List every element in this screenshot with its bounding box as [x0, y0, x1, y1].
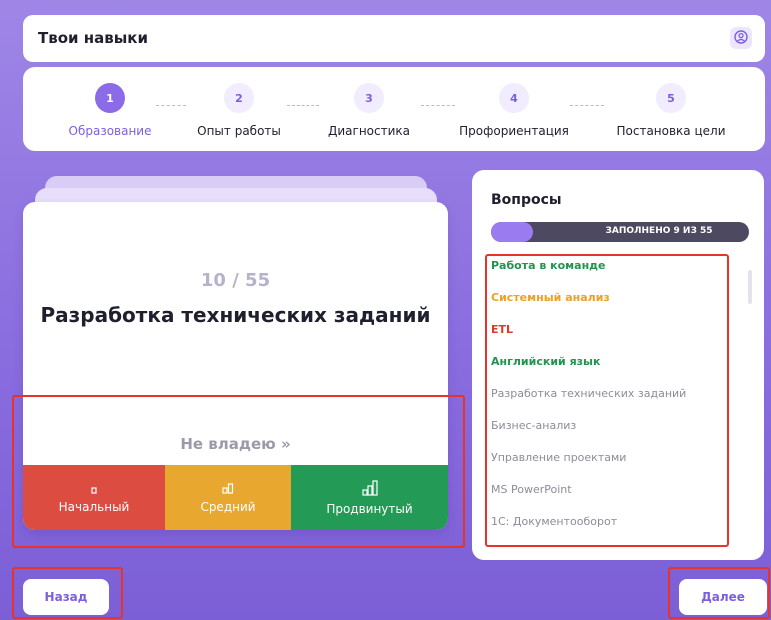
progress-fill [491, 222, 534, 242]
step-connector [156, 105, 186, 106]
level-buttons: Начальный Средний Продвинутый [23, 465, 448, 530]
question-item[interactable]: Работа в команде [491, 259, 721, 291]
level-advanced-button[interactable]: Продвинутый [291, 465, 448, 530]
question-counter: 10 / 55 [200, 270, 271, 291]
step-number: 3 [354, 83, 384, 113]
back-button[interactable]: Назад [23, 579, 109, 615]
step-label: Постановка цели [616, 124, 726, 138]
step-number: 4 [499, 83, 529, 113]
question-item[interactable]: Бизнес-анализ [491, 419, 721, 451]
step-connector [570, 105, 604, 106]
level-label: Начальный [58, 499, 130, 514]
step-connector [287, 105, 319, 106]
progress-text: ЗАПОЛНЕНО 9 ИЗ 55 [605, 226, 713, 236]
questions-panel: Вопросы ЗАПОЛНЕНО 9 ИЗ 55 Работа в коман… [472, 170, 764, 560]
step-number: 5 [656, 83, 686, 113]
skill-card: 10 / 55 Разработка технических заданий Н… [23, 202, 448, 530]
step-connector [421, 105, 455, 106]
header-bar: Твои навыки [23, 15, 765, 62]
step-number: 1 [95, 83, 125, 113]
stepper: 1 Образование 2 Опыт работы 3 Диагностик… [23, 67, 765, 151]
profile-button[interactable] [730, 27, 752, 49]
step-label: Опыт работы [197, 124, 281, 138]
level-beginner-button[interactable]: Начальный [23, 465, 165, 530]
level-middle-button[interactable]: Средний [165, 465, 291, 530]
no-skill-button[interactable]: Не владею » [23, 435, 448, 453]
skill-title: Разработка технических заданий [40, 303, 431, 327]
progress-bar: ЗАПОЛНЕНО 9 ИЗ 55 [491, 222, 749, 242]
question-item[interactable]: 1С: Документооборот [491, 515, 721, 547]
question-item[interactable]: Управление проектами [491, 451, 721, 483]
step-label: Профориентация [459, 124, 569, 138]
level-3-bars-icon [361, 479, 378, 499]
level-2-bars-icon [222, 482, 234, 497]
next-button[interactable]: Далее [679, 579, 767, 615]
level-1-bars-icon [89, 482, 99, 497]
level-label: Продвинутый [326, 501, 413, 516]
question-item[interactable]: MS PowerPoint [491, 483, 721, 515]
level-label: Средний [200, 499, 256, 514]
question-list-scrollbar[interactable] [748, 270, 752, 304]
question-item[interactable]: Разработка технических заданий [491, 387, 721, 419]
question-item[interactable]: Системный анализ [491, 291, 721, 323]
questions-title: Вопросы [491, 192, 562, 208]
step-label: Диагностика [327, 124, 411, 138]
question-list: Работа в команде Системный анализ ETL Ан… [491, 259, 721, 547]
page-title: Твои навыки [38, 29, 148, 47]
user-circle-icon [734, 29, 748, 48]
step-number: 2 [224, 83, 254, 113]
question-item[interactable]: Английский язык [491, 355, 721, 387]
step-label: Образование [68, 124, 152, 138]
question-item[interactable]: ETL [491, 323, 721, 355]
